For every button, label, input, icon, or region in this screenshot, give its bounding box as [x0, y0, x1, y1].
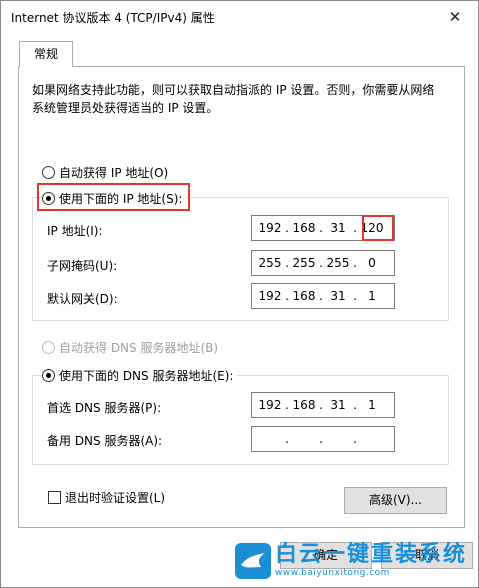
radio-auto-ip-label: 自动获得 IP 地址(O): [59, 166, 169, 180]
description-text: 如果网络支持此功能，则可以获取自动指派的 IP 设置。否则，你需要从网络系统管理…: [32, 83, 435, 115]
ip-octet-3: 31: [330, 221, 346, 235]
mask-octet-4: 0: [368, 256, 376, 270]
gw-octet-4: 1: [368, 289, 376, 303]
radio-auto-dns-indicator[interactable]: [42, 341, 55, 354]
subnet-mask-label: 子网掩码(U):: [47, 259, 118, 273]
gw-octet-3: 31: [330, 289, 346, 303]
preferred-dns-label: 首选 DNS 服务器(P):: [47, 401, 162, 415]
window-title: Internet 协议版本 4 (TCP/IPv4) 属性: [11, 11, 215, 25]
pdns-octet-3: 31: [330, 398, 346, 412]
gw-octet-2: 168: [292, 289, 316, 303]
ip-dot: .: [285, 221, 289, 235]
ip-dot: .: [353, 221, 357, 235]
ip-dot: .: [285, 256, 289, 270]
radio-auto-dns[interactable]: 自动获得 DNS 服务器地址(B): [42, 339, 218, 356]
ip-address-label: IP 地址(I):: [47, 224, 103, 238]
ip-dot: .: [319, 398, 323, 412]
radio-manual-dns[interactable]: 使用下面的 DNS 服务器地址(E):: [42, 367, 238, 384]
radio-manual-dns-label: 使用下面的 DNS 服务器地址(E):: [59, 369, 234, 383]
ip-dot: .: [285, 398, 289, 412]
ip-dot: .: [319, 256, 323, 270]
ip-dot: .: [353, 289, 357, 303]
radio-manual-dns-indicator[interactable]: [42, 369, 55, 382]
gw-octet-1: 192: [258, 289, 282, 303]
pdns-octet-2: 168: [292, 398, 316, 412]
ip-dot: .: [319, 289, 323, 303]
ip-dot: .: [353, 398, 357, 412]
highlight-last-octet: [362, 215, 394, 241]
ip-dot: .: [353, 432, 357, 446]
close-button[interactable]: ✕: [432, 1, 478, 33]
subnet-mask-input[interactable]: 255. 255. 255. 0: [251, 250, 395, 276]
title-bar[interactable]: Internet 协议版本 4 (TCP/IPv4) 属性 ✕: [1, 1, 478, 33]
watermark: 白云一键重装系统 www.baiyunxitong.com: [235, 539, 475, 583]
advanced-button[interactable]: 高级(V)...: [344, 487, 447, 514]
mask-octet-2: 255: [292, 256, 316, 270]
alternate-dns-input[interactable]: . . .: [251, 426, 395, 452]
preferred-dns-input[interactable]: 192. 168. 31. 1: [251, 392, 395, 418]
radio-auto-dns-label: 自动获得 DNS 服务器地址(B): [59, 341, 219, 355]
pdns-octet-4: 1: [368, 398, 376, 412]
ip-dot: .: [285, 432, 289, 446]
ip-octet-2: 168: [292, 221, 316, 235]
tab-general[interactable]: 常规: [19, 41, 73, 67]
ip-dot: .: [285, 289, 289, 303]
ip-dot: .: [353, 256, 357, 270]
validate-on-exit[interactable]: 退出时验证设置(L): [48, 489, 165, 506]
ip-octet-1: 192: [258, 221, 282, 235]
alternate-dns-label: 备用 DNS 服务器(A):: [47, 434, 163, 448]
radio-auto-ip[interactable]: 自动获得 IP 地址(O): [42, 164, 168, 181]
radio-auto-ip-indicator[interactable]: [42, 166, 55, 179]
mask-octet-3: 255: [326, 256, 350, 270]
watermark-title: 白云一键重装系统: [275, 542, 468, 567]
highlight-manual-ip: [37, 183, 190, 211]
watermark-url: www.baiyunxitong.com: [275, 568, 390, 578]
ip-dot: .: [319, 221, 323, 235]
ip-dot: .: [319, 432, 323, 446]
pdns-octet-1: 192: [258, 398, 282, 412]
validate-checkbox[interactable]: [48, 491, 61, 504]
dialog-window: Internet 协议版本 4 (TCP/IPv4) 属性 ✕ 常规 如果网络支…: [0, 0, 479, 588]
mask-octet-1: 255: [258, 256, 282, 270]
gateway-input[interactable]: 192. 168. 31. 1: [251, 283, 395, 309]
bird-logo-icon: [235, 543, 271, 579]
validate-label: 退出时验证设置(L): [65, 491, 166, 505]
gateway-label: 默认网关(D):: [47, 292, 118, 306]
